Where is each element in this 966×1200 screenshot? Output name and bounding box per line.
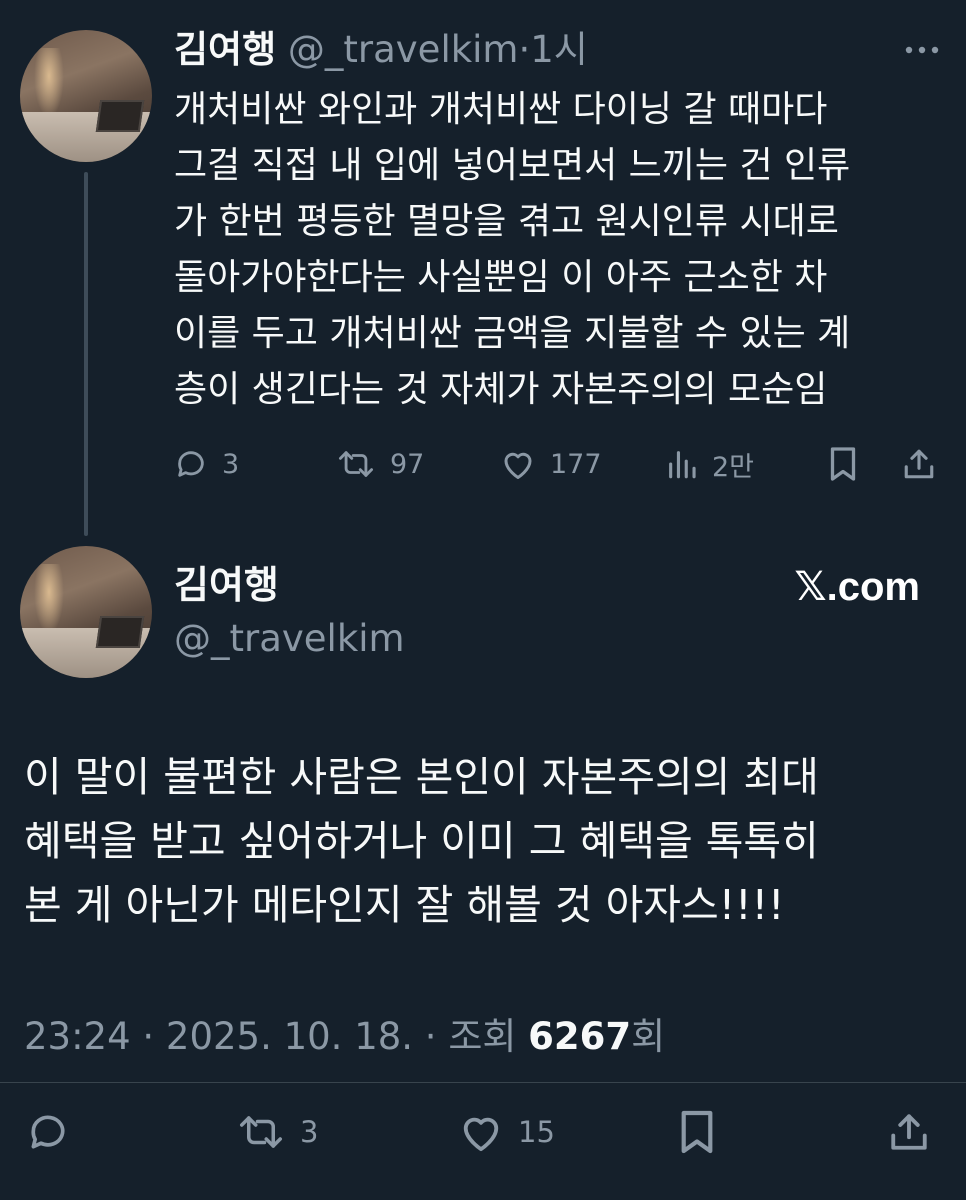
avatar[interactable] — [20, 30, 152, 162]
share-button[interactable] — [888, 1106, 930, 1158]
divider — [0, 1082, 966, 1083]
avatar[interactable] — [20, 546, 152, 678]
like-button[interactable]: 177 — [500, 440, 602, 488]
view-suffix: 회 — [631, 1015, 666, 1058]
tweet-text-line: 이를 두고 개처비싼 금액을 지불할 수 있는 계 — [174, 313, 851, 354]
display-name[interactable]: 김여행 — [174, 560, 279, 610]
retweet-button[interactable]: 97 — [336, 440, 424, 488]
reply-button[interactable]: 3 — [174, 440, 239, 488]
retweet-icon — [240, 1116, 282, 1148]
avatar-lamp — [34, 48, 64, 118]
tweet-text-line: 개처비싼 와인과 개처비싼 다이닝 갈 때마다 — [174, 89, 828, 130]
tweet-text-line: 본 게 아닌가 메타인지 잘 해볼 것 아자스!!!! — [24, 881, 785, 929]
like-count: 177 — [550, 448, 602, 480]
views-chart-icon — [669, 451, 696, 479]
reply-icon — [31, 1115, 65, 1149]
heart-icon — [463, 1117, 499, 1152]
x-logo: 𝕏.com — [794, 565, 920, 609]
retweet-button[interactable]: 3 — [236, 1106, 318, 1158]
display-name[interactable]: 김여행 — [174, 28, 276, 71]
bookmark-icon — [830, 447, 856, 481]
tweet-text-line: 그걸 직접 내 입에 넣어보면서 느끼는 건 인류 — [174, 145, 851, 186]
like-count: 15 — [518, 1115, 555, 1149]
tweet-text: 개처비싼 와인과 개처비싼 다이닝 갈 때마다 그걸 직접 내 입에 넣어보면서… — [174, 82, 944, 418]
heart-icon — [504, 452, 532, 479]
retweet-icon — [339, 451, 374, 477]
tweet-text: 이 말이 불편한 사람은 본인이 자본주의의 최대 혜택을 받고 싶어하거나 이… — [24, 745, 944, 937]
retweet-count: 3 — [300, 1115, 319, 1149]
user-handle[interactable]: @_travelkim — [174, 614, 405, 664]
share-button[interactable] — [902, 440, 936, 488]
reply-count: 3 — [222, 448, 240, 480]
bookmark-button[interactable] — [828, 440, 858, 488]
tweet-time[interactable]: 1시 — [530, 28, 588, 71]
views-button[interactable]: 2만 — [666, 440, 754, 488]
reply-button[interactable] — [26, 1106, 70, 1158]
thread-line — [84, 172, 88, 536]
avatar-laptop — [95, 100, 145, 132]
retweet-count: 97 — [390, 448, 425, 480]
bookmark-icon — [681, 1110, 713, 1154]
tweet-text-line: 이 말이 불편한 사람은 본인이 자본주의의 최대 — [24, 753, 819, 801]
tweet-timestamp: 23:24 · 2025. 10. 18. · 조회 6267회 — [24, 1010, 665, 1064]
avatar-lamp — [34, 564, 64, 634]
reply-icon — [178, 451, 204, 477]
like-button[interactable]: 15 — [458, 1106, 555, 1158]
timestamp-text[interactable]: 23:24 · 2025. 10. 18. · 조회 — [24, 1015, 528, 1058]
tweet-actions: 3 15 — [26, 1106, 946, 1158]
tweet-header: 김여행 @_travelkim·1시 — [174, 26, 588, 74]
share-icon — [891, 1114, 927, 1150]
meta-separator: · — [518, 28, 531, 71]
tweet-text-line: 가 한번 평등한 멸망을 겪고 원시인류 시대로 — [174, 201, 839, 242]
more-horizontal-icon[interactable] — [904, 40, 940, 60]
bookmark-button[interactable] — [678, 1106, 716, 1158]
tweet-text-line: 혜택을 받고 싶어하거나 이미 그 혜택을 톡톡히 — [24, 817, 819, 865]
avatar-laptop — [95, 616, 145, 648]
user-handle[interactable]: @_travelkim — [288, 28, 519, 71]
tweet-actions: 3 97 177 2만 — [172, 440, 942, 488]
views-count: 2만 — [712, 451, 755, 483]
tweet-text-line: 돌아가야한다는 사실뿐임 이 아주 근소한 차 — [174, 257, 828, 298]
tweet-text-line: 층이 생긴다는 것 자체가 자본주의의 모순임 — [174, 369, 828, 410]
view-count: 6267 — [528, 1015, 632, 1058]
share-icon — [904, 449, 934, 479]
